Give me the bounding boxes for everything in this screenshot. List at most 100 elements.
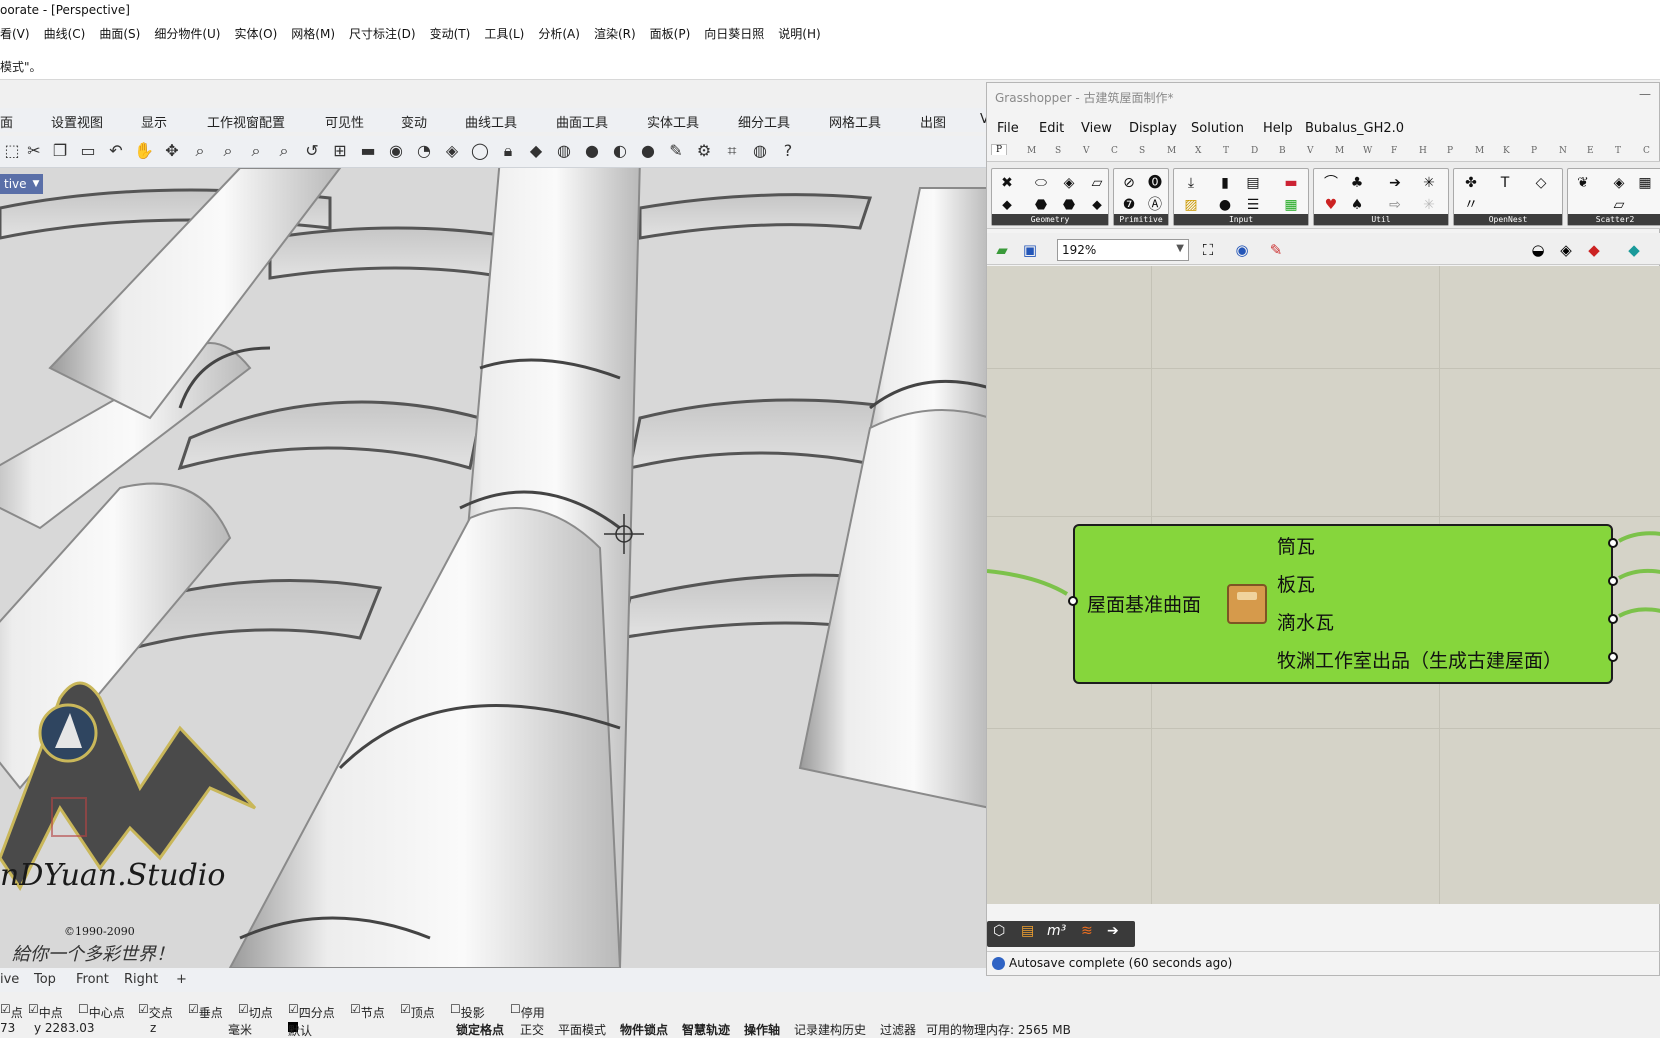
tab-mesh-tools[interactable]: 网格工具 bbox=[829, 112, 881, 131]
surface-param-icon[interactable]: ▱ bbox=[1086, 173, 1108, 193]
gh-menu-view[interactable]: View bbox=[1081, 121, 1112, 136]
menu-panels[interactable]: 面板(P) bbox=[650, 25, 691, 44]
spark-icon[interactable]: ✳ bbox=[1418, 173, 1440, 193]
osnap-tangent[interactable]: ☑ 切点 bbox=[238, 1002, 273, 1020]
ortho-toggle[interactable]: 正交 bbox=[520, 1021, 544, 1038]
teal-tool-icon[interactable]: ◆ bbox=[1623, 239, 1645, 261]
preview-wire-icon[interactable]: ◒ bbox=[1527, 239, 1549, 261]
text-param-icon[interactable]: Ⓐ bbox=[1144, 195, 1166, 215]
button-icon[interactable]: ● bbox=[1214, 195, 1236, 215]
zoom-icon[interactable]: ⌕ bbox=[190, 141, 210, 161]
layer-icon[interactable]: ◆ bbox=[526, 141, 546, 161]
paw-icon[interactable]: ❦ bbox=[1572, 173, 1594, 193]
graph-mapper-icon[interactable]: ▨ bbox=[1180, 195, 1202, 215]
gh-tab-k[interactable]: K bbox=[1503, 146, 1510, 156]
grid-icon[interactable]: ▦ bbox=[1634, 173, 1656, 193]
tab-top[interactable]: Top bbox=[34, 972, 56, 987]
gradient-icon[interactable]: ▬ bbox=[1280, 173, 1302, 193]
arrow-outline-icon[interactable]: ⇨ bbox=[1384, 195, 1406, 215]
help-icon[interactable]: ? bbox=[778, 141, 798, 161]
gh-tab-f[interactable]: F bbox=[1391, 146, 1397, 156]
light-icon[interactable]: ◯ bbox=[470, 141, 490, 161]
sketch-icon[interactable]: ✎ bbox=[1265, 239, 1287, 261]
pencil-icon[interactable]: ✎ bbox=[666, 141, 686, 161]
smarttrack-toggle[interactable]: 智慧轨迹 bbox=[682, 1021, 730, 1038]
undo-view-icon[interactable]: ↺ bbox=[302, 141, 322, 161]
output-port[interactable] bbox=[1608, 652, 1618, 662]
menu-dimension[interactable]: 尺寸标注(D) bbox=[349, 25, 416, 44]
spark-outline-icon[interactable]: ✳ bbox=[1418, 195, 1440, 215]
minimize-button[interactable]: — bbox=[1639, 87, 1651, 101]
gh-tab-params[interactable]: P bbox=[991, 144, 1008, 155]
menu-surface[interactable]: 曲面(S) bbox=[99, 25, 140, 44]
menu-sunlight[interactable]: 向日葵日照 bbox=[704, 25, 764, 44]
gh-tab-c[interactable]: C bbox=[1643, 146, 1650, 156]
propeller-icon[interactable]: ✤ bbox=[1460, 173, 1482, 193]
osnap-toggle[interactable]: 物件锁点 bbox=[620, 1021, 668, 1038]
osnap-perpendicular[interactable]: ☑ 垂点 bbox=[188, 1002, 223, 1020]
zoom-select[interactable]: 192% ▼ bbox=[1057, 239, 1189, 261]
menu-mesh[interactable]: 网格(M) bbox=[291, 25, 335, 44]
gh-menu-solution[interactable]: Solution bbox=[1191, 121, 1244, 136]
gh-canvas[interactable]: 屋面基准曲面 筒瓦 板瓦 滴水瓦 牧渊工作室出品（生成古建屋面） bbox=[987, 266, 1660, 904]
tab-viewport-layout[interactable]: 工作视窗配置 bbox=[207, 112, 285, 131]
point-param-icon[interactable]: ⬥ bbox=[996, 195, 1018, 215]
value-list-icon[interactable]: ▤ bbox=[1242, 173, 1264, 193]
history-toggle[interactable]: 记录建构历史 bbox=[794, 1021, 866, 1038]
integer-param-icon[interactable]: ❼ bbox=[1118, 195, 1140, 215]
layers-icon[interactable]: ◈ bbox=[1608, 173, 1630, 193]
tab-set-view[interactable]: 设置视图 bbox=[51, 112, 103, 131]
arrow-right-icon[interactable]: ➔ bbox=[1107, 923, 1119, 939]
tab-perspective[interactable]: ive bbox=[0, 972, 19, 987]
toggle-icon[interactable]: ▮ bbox=[1214, 173, 1236, 193]
tab-layout[interactable]: 出图 bbox=[920, 112, 946, 131]
bird-icon[interactable]: ⌒ bbox=[1320, 173, 1342, 193]
color-wheel-icon[interactable]: ◍ bbox=[554, 141, 574, 161]
gh-tab-h[interactable]: H bbox=[1419, 146, 1427, 156]
gh-menu-file[interactable]: File bbox=[997, 121, 1019, 136]
input-port[interactable] bbox=[1068, 596, 1078, 606]
mesh-param-icon[interactable]: ⬥ bbox=[1086, 195, 1108, 215]
zoom-extents-icon[interactable]: ⌕ bbox=[246, 141, 266, 161]
copy-icon[interactable]: ❐ bbox=[50, 141, 70, 161]
open-file-icon[interactable]: ▰ bbox=[991, 239, 1013, 261]
gh-tab-intersect[interactable]: X bbox=[1195, 146, 1201, 156]
tab-visibility[interactable]: 可见性 bbox=[325, 112, 364, 131]
tab-surface-tools[interactable]: 曲面工具 bbox=[556, 112, 608, 131]
script-icon[interactable]: ▤ bbox=[1021, 923, 1034, 939]
render-sphere-icon[interactable]: ● bbox=[638, 141, 658, 161]
tab-right[interactable]: Right bbox=[124, 972, 158, 987]
gh-tab-n[interactable]: N bbox=[1559, 146, 1567, 156]
output-port[interactable] bbox=[1608, 576, 1618, 586]
grid-snap-toggle[interactable]: 锁定格点 bbox=[456, 1021, 504, 1038]
gh-tab-m[interactable]: M bbox=[1335, 146, 1344, 156]
snap-icon[interactable]: ◈ bbox=[442, 141, 462, 161]
gh-tab-transform[interactable]: T bbox=[1223, 146, 1229, 156]
gh-tab-surface[interactable]: S bbox=[1139, 146, 1145, 156]
list-icon[interactable]: ☰ bbox=[1242, 195, 1264, 215]
gh-tab-maths[interactable]: M bbox=[1027, 146, 1036, 156]
image-sampler-icon[interactable]: ▦ bbox=[1280, 195, 1302, 215]
line-param-icon[interactable]: ⬣ bbox=[1030, 195, 1052, 215]
settings-icon[interactable]: ⚙ bbox=[694, 141, 714, 161]
paste-icon[interactable]: ▭ bbox=[78, 141, 98, 161]
menu-tools[interactable]: 工具(L) bbox=[484, 25, 524, 44]
output-port[interactable] bbox=[1608, 614, 1618, 624]
preview-shaded-icon[interactable]: ◈ bbox=[1555, 239, 1577, 261]
zoom-window-icon[interactable]: ⌕ bbox=[218, 141, 238, 161]
cherry-icon[interactable]: ♥ bbox=[1320, 195, 1342, 215]
gh-menu-bubalus[interactable]: Bubalus_GH2.0 bbox=[1305, 121, 1404, 136]
zoom-selected-icon[interactable]: ⌕ bbox=[274, 141, 294, 161]
geometry-param-icon[interactable]: ✖ bbox=[996, 173, 1018, 193]
gh-tab-mesh[interactable]: M bbox=[1167, 146, 1176, 156]
menu-curve[interactable]: 曲线(C) bbox=[44, 25, 86, 44]
perspective-viewport[interactable]: nDYuan.Studio ©1990-2090 給你一个多彩世界！ bbox=[0, 168, 988, 968]
cplane-icon[interactable]: ◔ bbox=[414, 141, 434, 161]
undo-icon[interactable]: ↶ bbox=[106, 141, 126, 161]
preview-eye-icon[interactable]: ◉ bbox=[1231, 239, 1253, 261]
save-icon[interactable]: ▣ bbox=[1019, 239, 1041, 261]
heat-icon[interactable]: ≋ bbox=[1081, 923, 1093, 939]
zoom-extents-icon[interactable]: ⛶ bbox=[1197, 239, 1219, 261]
gumball-toggle[interactable]: 操作轴 bbox=[744, 1021, 780, 1038]
osnap-disable[interactable]: ☐ 停用 bbox=[510, 1002, 545, 1020]
